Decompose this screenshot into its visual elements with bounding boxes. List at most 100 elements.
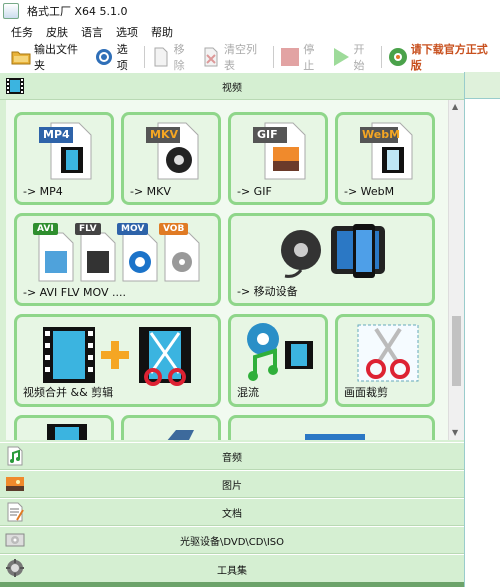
- toolbar: 输出文件夹 选项 移除 清空列表 停止 开始 请下载官方正式版: [0, 42, 500, 73]
- bottom-status-strip: [0, 582, 464, 587]
- category-disc[interactable]: 光驱设备\DVD\CD\ISO: [0, 526, 464, 554]
- tile-avi-flv-mov[interactable]: AVI FLV MOV VOB -> AVI FLV MOV ....: [14, 213, 221, 306]
- download-official-label: 请下载官方正式版: [410, 43, 488, 72]
- mkv-badge: MKV: [150, 128, 178, 141]
- film-icon: [5, 76, 25, 96]
- tile-crop[interactable]: 画面裁剪: [335, 314, 435, 407]
- tile-avi-flv-mov-label: -> AVI FLV MOV ....: [23, 286, 127, 299]
- tile-mux-label: 混流: [237, 386, 259, 399]
- avi-file-icon: [38, 232, 74, 282]
- window-title: 格式工厂 X64 5.1.0: [27, 5, 128, 18]
- film-icon: [47, 424, 87, 440]
- stop-icon: [280, 47, 300, 67]
- tile-merge-cut-label: 视频合并 && 剪辑: [23, 386, 114, 399]
- clear-list-icon: [201, 47, 221, 67]
- clear-list-button[interactable]: 清空列表: [198, 43, 270, 72]
- category-tools[interactable]: 工具集: [0, 554, 464, 584]
- category-image-label: 图片: [222, 480, 242, 492]
- tile-mux[interactable]: 混流: [228, 314, 328, 407]
- start-label: 开始: [353, 43, 365, 72]
- options-label: 选项: [116, 43, 128, 72]
- flv-file-icon: [80, 232, 116, 282]
- tile-next-1[interactable]: [14, 415, 114, 440]
- merge-cut-icon: [43, 327, 191, 386]
- crop-scissors-icon: [357, 324, 419, 382]
- menu-item-skin[interactable]: 皮肤: [46, 24, 68, 40]
- category-video[interactable]: 视频: [0, 72, 464, 100]
- mov-file-icon: [122, 232, 158, 282]
- mov-badge: MOV: [117, 223, 149, 235]
- title-bar: 格式工厂 X64 5.1.0: [0, 0, 500, 22]
- options-button[interactable]: 选项: [91, 43, 141, 72]
- webm-badge: WebM: [362, 128, 401, 141]
- tile-next-2[interactable]: [121, 415, 221, 440]
- category-video-label: 视频: [222, 82, 242, 94]
- output-folder-button[interactable]: 输出文件夹: [8, 43, 91, 72]
- tile-merge-cut[interactable]: 视频合并 && 剪辑: [14, 314, 221, 407]
- toolbar-divider: [273, 46, 275, 68]
- tile-mobile-device[interactable]: -> 移动设备: [228, 213, 435, 306]
- category-audio[interactable]: 音频: [0, 442, 464, 470]
- app-icon: [3, 3, 19, 19]
- stop-button[interactable]: 停止: [277, 43, 327, 72]
- menu-item-options[interactable]: 选项: [116, 24, 138, 40]
- category-document-label: 文档: [222, 508, 242, 520]
- tile-gif[interactable]: GIF -> GIF: [228, 112, 328, 205]
- stop-label: 停止: [303, 43, 315, 72]
- tile-gif-label: -> GIF: [237, 185, 272, 198]
- tile-webm[interactable]: WebM -> WebM: [335, 112, 435, 205]
- avi-badge: AVI: [33, 223, 58, 235]
- download-icon: [388, 47, 408, 67]
- tile-mp4[interactable]: MP4 -> MP4: [14, 112, 114, 205]
- task-list-panel: [464, 72, 500, 587]
- remove-icon: [151, 47, 171, 67]
- toolbar-divider: [144, 46, 146, 68]
- folder-icon: [11, 47, 31, 67]
- remove-button[interactable]: 移除: [148, 43, 198, 72]
- music-note-icon: [5, 446, 25, 466]
- play-icon: [331, 47, 351, 67]
- tile-webm-label: -> WebM: [344, 185, 395, 198]
- vob-badge: VOB: [159, 223, 189, 235]
- mux-icon: [247, 323, 313, 381]
- remove-label: 移除: [173, 43, 185, 72]
- mobile-device-icon: [281, 224, 385, 278]
- gear-icon: [94, 47, 114, 67]
- toolbar-divider: [380, 46, 382, 68]
- menu-item-task[interactable]: 任务: [11, 24, 33, 40]
- vob-file-icon: [164, 232, 200, 282]
- tile-mp4-label: -> MP4: [23, 185, 63, 198]
- tile-crop-label: 画面裁剪: [344, 386, 388, 399]
- category-disc-label: 光驱设备\DVD\CD\ISO: [179, 536, 285, 548]
- category-audio-label: 音频: [222, 452, 242, 464]
- task-list-header: [465, 72, 500, 99]
- disc-drive-icon: [5, 530, 25, 550]
- picture-icon: [5, 474, 25, 494]
- tile-mkv[interactable]: MKV -> MKV: [121, 112, 221, 205]
- screen-icon: [305, 434, 365, 440]
- scroll-down-arrow-icon[interactable]: ▼: [452, 428, 458, 437]
- category-image[interactable]: 图片: [0, 470, 464, 498]
- start-button[interactable]: 开始: [328, 43, 378, 72]
- tile-next-3[interactable]: [228, 415, 435, 440]
- output-folder-label: 输出文件夹: [34, 43, 78, 72]
- menu-item-language[interactable]: 语言: [81, 24, 103, 40]
- mp4-badge: MP4: [43, 128, 70, 141]
- tile-mkv-label: -> MKV: [130, 185, 171, 198]
- category-document[interactable]: 文档: [0, 498, 464, 526]
- tools-icon: [5, 558, 25, 578]
- scrollbar-thumb[interactable]: [452, 316, 461, 386]
- menu-bar: 任务 皮肤 语言 选项 帮助: [0, 22, 500, 42]
- scroll-up-arrow-icon[interactable]: ▲: [452, 102, 458, 111]
- tile-mobile-device-label: -> 移动设备: [237, 285, 298, 298]
- multi-format-icons: AVI FLV MOV VOB: [33, 221, 213, 283]
- menu-item-help[interactable]: 帮助: [151, 24, 173, 40]
- tile-grid-scrollbar[interactable]: ▲ ▼: [448, 100, 464, 440]
- video-tool-grid: MP4 -> MP4 MKV -> MKV GIF -> GIF WebM ->…: [6, 100, 454, 440]
- category-tools-label: 工具集: [217, 565, 247, 577]
- flv-badge: FLV: [75, 223, 101, 235]
- device-icon: [167, 430, 194, 440]
- gif-badge: GIF: [257, 128, 278, 141]
- download-official-button[interactable]: 请下载官方正式版: [385, 43, 500, 72]
- document-icon: [5, 502, 25, 522]
